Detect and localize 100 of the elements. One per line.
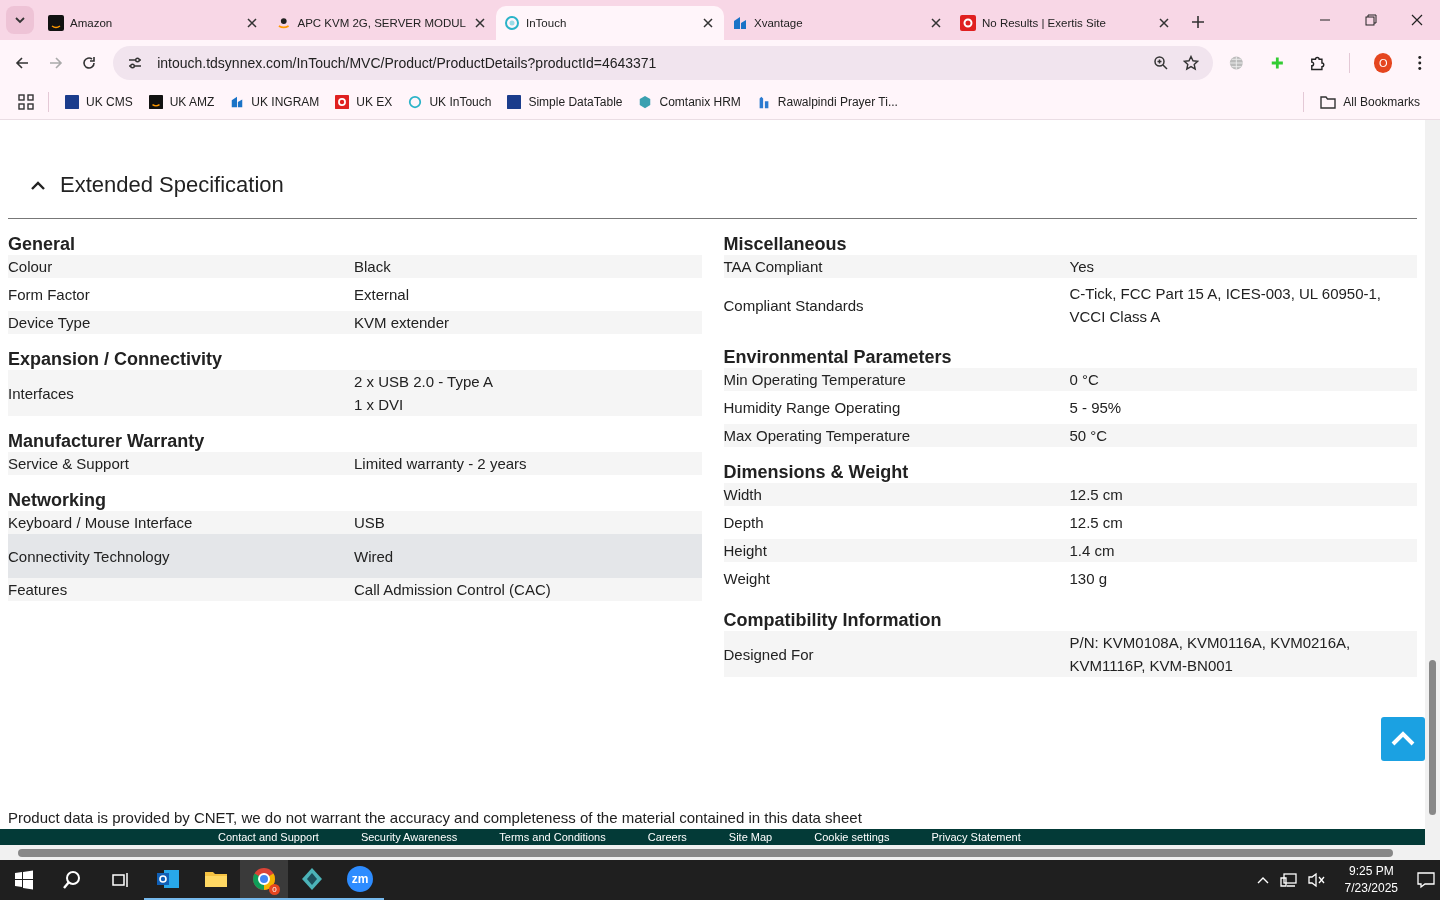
smile-logo-icon bbox=[148, 95, 163, 109]
bookmark-link[interactable]: UK EX bbox=[327, 95, 401, 109]
ring-icon bbox=[504, 15, 520, 31]
spec-label: Compliant Standards bbox=[723, 296, 865, 314]
site-icon bbox=[48, 15, 64, 31]
spec-value: Call Admission Control (CAC) bbox=[354, 580, 552, 600]
back-arrow-icon bbox=[13, 54, 30, 71]
disclaimer-text: Product data is provided by CNET, we do not warrant the accuracy and completeness of the material contained in this data sheet bbox=[8, 809, 863, 826]
ring-icon bbox=[408, 95, 423, 109]
search-icon[interactable] bbox=[62, 870, 82, 890]
clock[interactable]: 9:25 PM 7/23/2025 bbox=[1344, 863, 1398, 897]
browser-tab[interactable]: Amazon bbox=[40, 6, 268, 40]
spec-value: Yes bbox=[1069, 257, 1095, 277]
spec-label: Device Type bbox=[8, 314, 92, 331]
spec-label: Weight bbox=[723, 570, 771, 587]
group-heading: Manufacturer Warranty bbox=[8, 430, 206, 452]
footer-link[interactable]: Privacy Statement bbox=[931, 829, 1021, 845]
spec-label: Connectivity Technology bbox=[8, 547, 171, 565]
bookmark-link[interactable]: UK AMZ bbox=[140, 95, 223, 109]
browser-tab[interactable]: APC KVM 2G, SERVER MODUL bbox=[268, 6, 496, 40]
chevron-up-icon bbox=[1390, 731, 1416, 747]
spec-label: Colour bbox=[8, 258, 54, 275]
group-heading: Networking bbox=[8, 489, 107, 511]
all-bookmarks-link[interactable]: All Bookmarks bbox=[1312, 95, 1428, 109]
group-heading: Dimensions & Weight bbox=[723, 461, 910, 483]
bookmark-link[interactable]: UK INGRAM bbox=[222, 95, 328, 109]
task-view-icon[interactable] bbox=[110, 870, 130, 890]
footer-link[interactable]: Site Map bbox=[728, 829, 773, 845]
group-heading: Environmental Parameters bbox=[723, 346, 953, 368]
spec-value: C-Tick, FCC Part 15 A, ICES-003, UL 60950-1, VCCI Class A bbox=[1069, 284, 1382, 327]
footer-link[interactable]: Contact and Support bbox=[218, 829, 319, 845]
horizontal-scrollbar[interactable] bbox=[0, 845, 1440, 860]
spec-label: Service & Support bbox=[8, 455, 130, 472]
spec-value: Black bbox=[354, 257, 392, 277]
footer-link[interactable]: Terms and Conditions bbox=[499, 829, 606, 845]
spec-label: Designed For bbox=[723, 645, 815, 663]
reload-icon bbox=[81, 54, 98, 71]
spec-value: 1.4 cm bbox=[1069, 541, 1116, 561]
spec-value: 2 x USB 2.0 - Type A 1 x DVI bbox=[354, 372, 494, 415]
section-title: Extended Specification bbox=[60, 172, 284, 198]
muted-speaker-icon[interactable] bbox=[1307, 872, 1326, 888]
bookmark-link[interactable]: UK InTouch bbox=[400, 95, 500, 109]
spec-value: Limited warranty - 2 years bbox=[354, 454, 528, 474]
footer-link[interactable]: Security Awareness bbox=[360, 829, 458, 845]
browser-tab[interactable]: InTouch bbox=[496, 6, 724, 40]
bookmark-link[interactable]: Simple DataTable bbox=[499, 95, 631, 109]
folder-icon bbox=[1320, 95, 1337, 109]
group-heading: Expansion / Connectivity bbox=[8, 348, 224, 370]
close-icon bbox=[1411, 14, 1423, 26]
vertical-scrollbar[interactable] bbox=[1425, 120, 1440, 845]
zoom-app-icon: zm bbox=[347, 866, 373, 892]
diamond-app-icon bbox=[300, 867, 324, 891]
spec-label: Width bbox=[723, 486, 763, 503]
bookmark-link[interactable]: Rawalpindi Prayer Ti... bbox=[748, 95, 906, 109]
notification-icon[interactable] bbox=[1417, 871, 1435, 889]
group-heading: General bbox=[8, 233, 77, 255]
caret-icon bbox=[14, 14, 26, 26]
spec-value: 12.5 cm bbox=[1069, 485, 1124, 505]
spec-label: Form Factor bbox=[8, 286, 91, 303]
footer-link[interactable]: Careers bbox=[647, 829, 687, 845]
network-icon[interactable] bbox=[1279, 872, 1298, 888]
hexagon-icon bbox=[638, 95, 653, 109]
site-icon bbox=[276, 15, 292, 31]
spec-value: Wired bbox=[354, 546, 395, 567]
bookmark-star-icon[interactable] bbox=[1183, 54, 1200, 71]
browser-tab[interactable]: No Results | Exertis Site bbox=[952, 6, 1180, 40]
spec-label: Keyboard / Mouse Interface bbox=[8, 514, 194, 531]
spec-value: P/N: KVM0108A, KVM0116A, KVM0216A, KVM1116P, KVM-BN001 bbox=[1069, 633, 1352, 676]
spec-value: 5 - 95% bbox=[1069, 398, 1123, 418]
menu-icon[interactable] bbox=[1417, 53, 1423, 72]
zoom-icon[interactable] bbox=[1153, 54, 1170, 71]
section-header[interactable]: Extended Specification bbox=[8, 120, 1417, 219]
tab-search-button[interactable] bbox=[6, 6, 34, 34]
spec-label: Min Operating Temperature bbox=[723, 371, 907, 388]
spec-value: 130 g bbox=[1069, 569, 1109, 589]
chrome-icon bbox=[252, 867, 276, 891]
footer-link[interactable]: Cookie settings bbox=[814, 829, 890, 845]
profile-avatar[interactable]: O bbox=[1373, 52, 1393, 73]
spec-label: Height bbox=[723, 542, 768, 559]
spec-label: TAA Compliant bbox=[723, 258, 824, 275]
spec-value: KVM extender bbox=[354, 313, 451, 333]
spec-value: External bbox=[354, 285, 411, 305]
ring-logo-icon bbox=[335, 95, 350, 109]
windows-start-icon[interactable] bbox=[14, 870, 34, 890]
taskbar-app[interactable]: 0 bbox=[240, 860, 288, 900]
bookmark-link[interactable]: Comtanix HRM bbox=[630, 95, 749, 109]
spec-value: USB bbox=[354, 513, 386, 533]
bookmark-link[interactable]: UK CMS bbox=[57, 95, 141, 109]
chevron-icon[interactable] bbox=[30, 180, 46, 190]
apps-grid-icon[interactable] bbox=[18, 94, 34, 110]
notification-badge: 0 bbox=[269, 884, 280, 895]
spec-label: Depth bbox=[723, 514, 765, 531]
bars-logo-icon bbox=[230, 95, 245, 109]
group-heading: Compatibility Information bbox=[723, 609, 943, 631]
address-bar[interactable]: intouch.tdsynnex.com/InTouch/MVC/Product/ProductDetails?productId=4643371 bbox=[113, 45, 1214, 80]
spec-value: 12.5 cm bbox=[1069, 513, 1124, 533]
browser-tab[interactable]: Xvantage bbox=[724, 6, 952, 40]
square-logo-icon bbox=[507, 95, 522, 109]
site-icon bbox=[732, 15, 748, 31]
scroll-to-top-button[interactable] bbox=[1381, 717, 1425, 761]
